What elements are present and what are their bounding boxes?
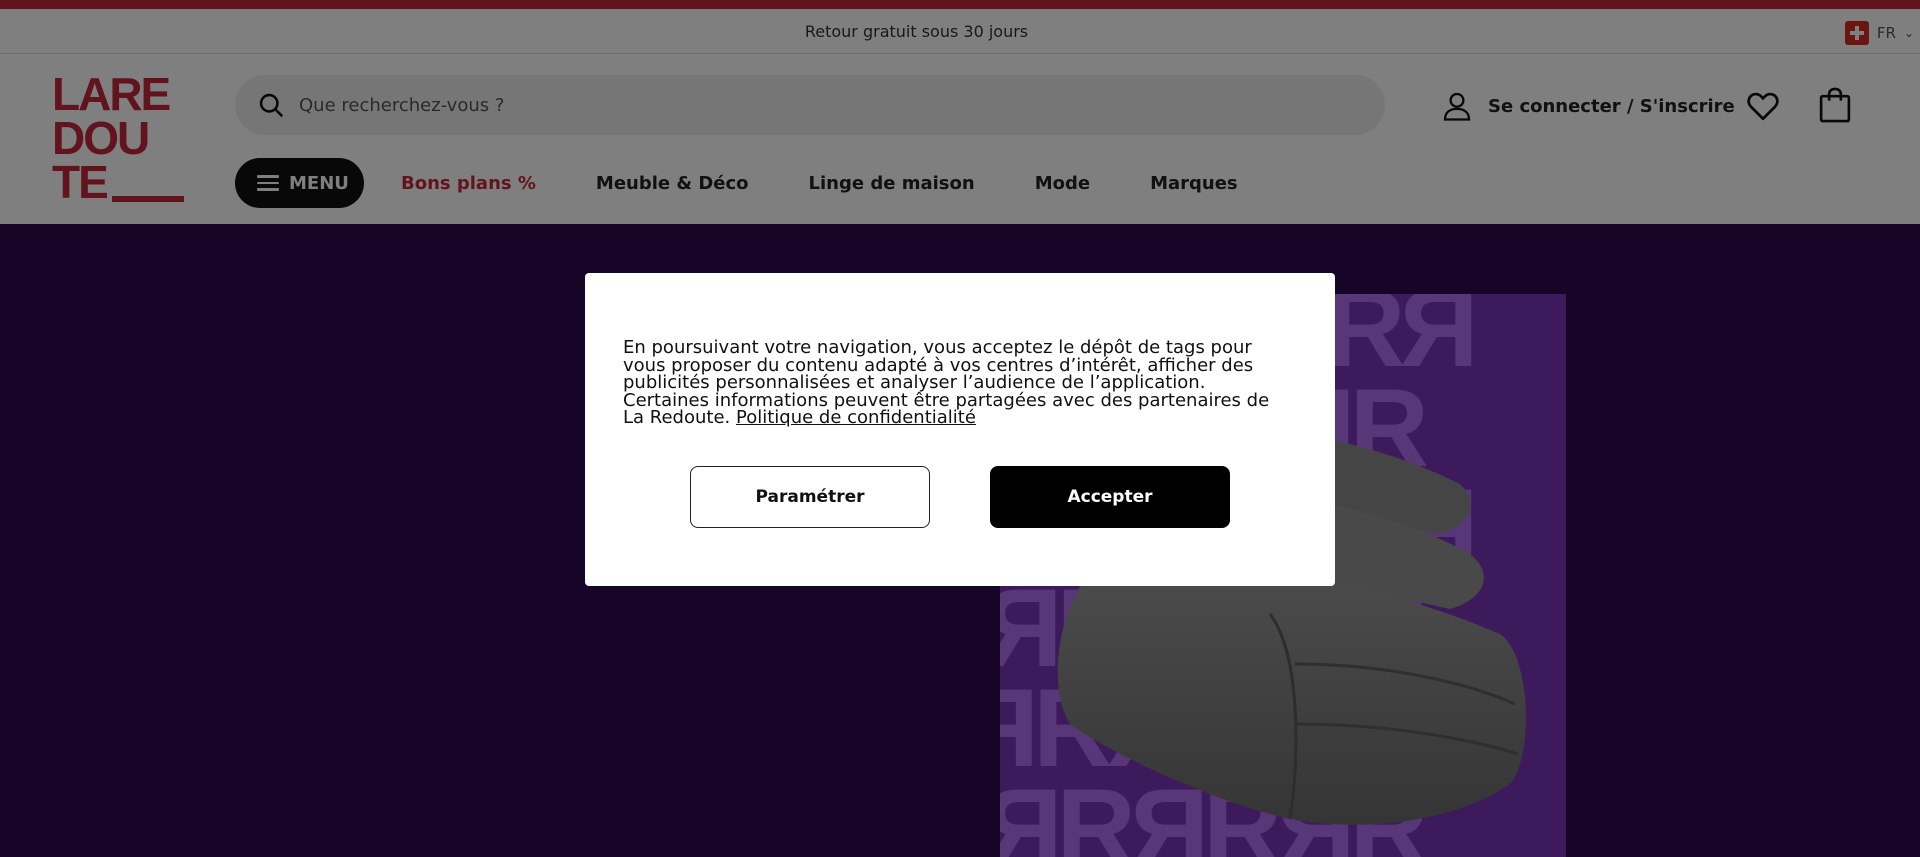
cookie-consent-modal: En poursuivant votre navigation, vous ac… xyxy=(585,273,1335,586)
cookie-text: En poursuivant votre navigation, vous ac… xyxy=(623,339,1293,427)
settings-button[interactable]: Paramétrer xyxy=(690,466,930,528)
accept-button[interactable]: Accepter xyxy=(990,466,1230,528)
privacy-policy-link[interactable]: Politique de confidentialité xyxy=(736,407,976,428)
